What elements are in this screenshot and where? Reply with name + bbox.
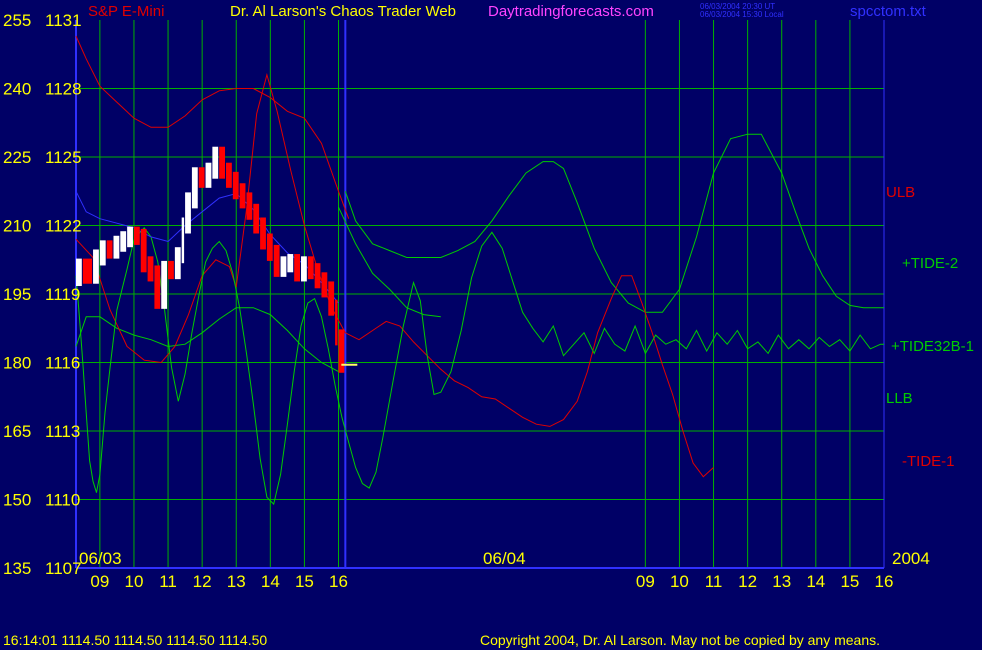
y-tick-label-right: 1119 [45, 285, 80, 304]
label-ulb: ULB [886, 184, 915, 201]
y-tick-label-right: 1128 [45, 80, 82, 99]
price-bar [99, 240, 106, 266]
price-bar [93, 249, 99, 284]
y-tick-label-right: 1122 [45, 217, 82, 236]
price-bar [338, 329, 345, 373]
x-axis-labels: 09 10 11 12 13 14 15 16 09 10 11 12 13 14 15 16 [90, 572, 893, 591]
x-tick-label: 11 [705, 572, 723, 591]
price-bar [294, 254, 301, 282]
price-bar [287, 254, 294, 273]
series-line-ulb [75, 35, 350, 219]
year-label: 2004 [892, 549, 930, 568]
price-bar [246, 192, 253, 220]
price-bar [280, 256, 287, 277]
x-tick-label: 14 [806, 572, 825, 591]
x-tick-label: 16 [329, 572, 348, 591]
price-bar [154, 265, 161, 309]
y-tick-label-right: 1125 [45, 148, 82, 167]
x-tick-label: 10 [124, 572, 143, 591]
chart-title: Dr. Al Larson's Chaos Trader Web [230, 3, 456, 20]
price-bar [226, 162, 232, 188]
site-link[interactable]: Daytradingforecasts.com [488, 3, 654, 20]
grid-lines [76, 20, 884, 568]
price-bar [328, 281, 335, 316]
y-tick-label-left: 240 [3, 80, 31, 99]
quote-line: 16:14:01 1114.50 1114.50 1114.50 1114.50 [3, 632, 267, 648]
x-tick-label: 13 [227, 572, 246, 591]
y-tick-label-right: 1113 [45, 422, 80, 441]
y-tick-label-left: 180 [3, 354, 31, 373]
y-tick-label-right: 1131 [45, 11, 82, 30]
price-bar [307, 256, 314, 280]
x-tick-label: 15 [295, 572, 314, 591]
price-bar [181, 217, 185, 264]
y-tick-label-right: 1107 [45, 559, 82, 578]
series-lines [75, 35, 884, 506]
price-bar [205, 162, 212, 188]
price-bar [82, 258, 93, 284]
price-bar [273, 244, 280, 277]
price-bar [113, 235, 120, 259]
price-bar [147, 256, 154, 282]
y-tick-label-left: 150 [3, 491, 31, 510]
y-tick-label-left: 210 [3, 217, 31, 236]
price-bar [76, 258, 82, 287]
data-filename: spcctom.txt [850, 3, 927, 20]
price-bar [335, 299, 338, 346]
price-bar [133, 226, 140, 245]
y-tick-label-left: 195 [3, 285, 31, 304]
price-bar [239, 183, 246, 209]
x-tick-label: 13 [772, 572, 791, 591]
label-tide2: +TIDE-2 [902, 255, 958, 272]
series-line--tide-2-06-04- [344, 133, 884, 313]
price-bar [321, 272, 328, 298]
label-minus-tide1: -TIDE-1 [902, 453, 955, 470]
price-bar [168, 260, 174, 280]
price-bar [232, 171, 239, 200]
x-tick-label: 09 [636, 572, 655, 591]
price-bar [127, 226, 133, 248]
chart: 255 1131 240 1128 225 1125 210 1122 195 1119 180 11… [3, 2, 974, 648]
day-label-2: 06/04 [483, 549, 526, 568]
x-tick-label: 10 [670, 572, 689, 591]
copyright: Copyright 2004, Dr. Al Larson. May not b… [480, 632, 880, 648]
x-tick-label: 09 [90, 572, 109, 591]
x-tick-label: 12 [193, 572, 212, 591]
price-bar [301, 256, 307, 282]
y-tick-label-left: 165 [3, 422, 31, 441]
price-bar [106, 240, 113, 259]
y-axis-labels: 255 1131 240 1128 225 1125 210 1122 195 1119 180 11… [3, 11, 82, 578]
price-bar [174, 247, 181, 280]
x-tick-label: 16 [875, 572, 894, 591]
price-bar [212, 146, 219, 179]
price-bar [140, 228, 147, 273]
y-tick-label-left: 255 [3, 11, 31, 30]
price-bar [161, 260, 168, 309]
price-bar [219, 146, 226, 179]
x-tick-label: 11 [159, 572, 177, 591]
price-bar [185, 192, 191, 234]
label-llb: LLB [886, 390, 913, 407]
price-bar [191, 167, 198, 209]
price-bar [266, 233, 273, 261]
series-line--tide-2 [338, 206, 441, 318]
y-tick-label-left: 135 [3, 559, 31, 578]
y-tick-label-right: 1110 [45, 491, 80, 510]
y-tick-label-right: 1116 [45, 354, 80, 373]
label-tide32b1: +TIDE32B-1 [891, 338, 974, 355]
instrument-label: S&P E-Mini [88, 3, 164, 20]
price-bar [260, 217, 266, 250]
x-tick-label: 15 [840, 572, 859, 591]
price-bar [120, 231, 127, 252]
series-line--tide32b-1 [75, 227, 884, 506]
y-tick-label-left: 225 [3, 148, 31, 167]
day-label-1: 06/03 [79, 549, 122, 568]
price-bar [198, 167, 205, 188]
x-tick-label: 12 [738, 572, 757, 591]
time-local: 06/03/2004 15:30 Local [700, 10, 784, 19]
price-bar [314, 263, 321, 289]
price-bar [253, 203, 260, 234]
x-tick-label: 14 [261, 572, 280, 591]
